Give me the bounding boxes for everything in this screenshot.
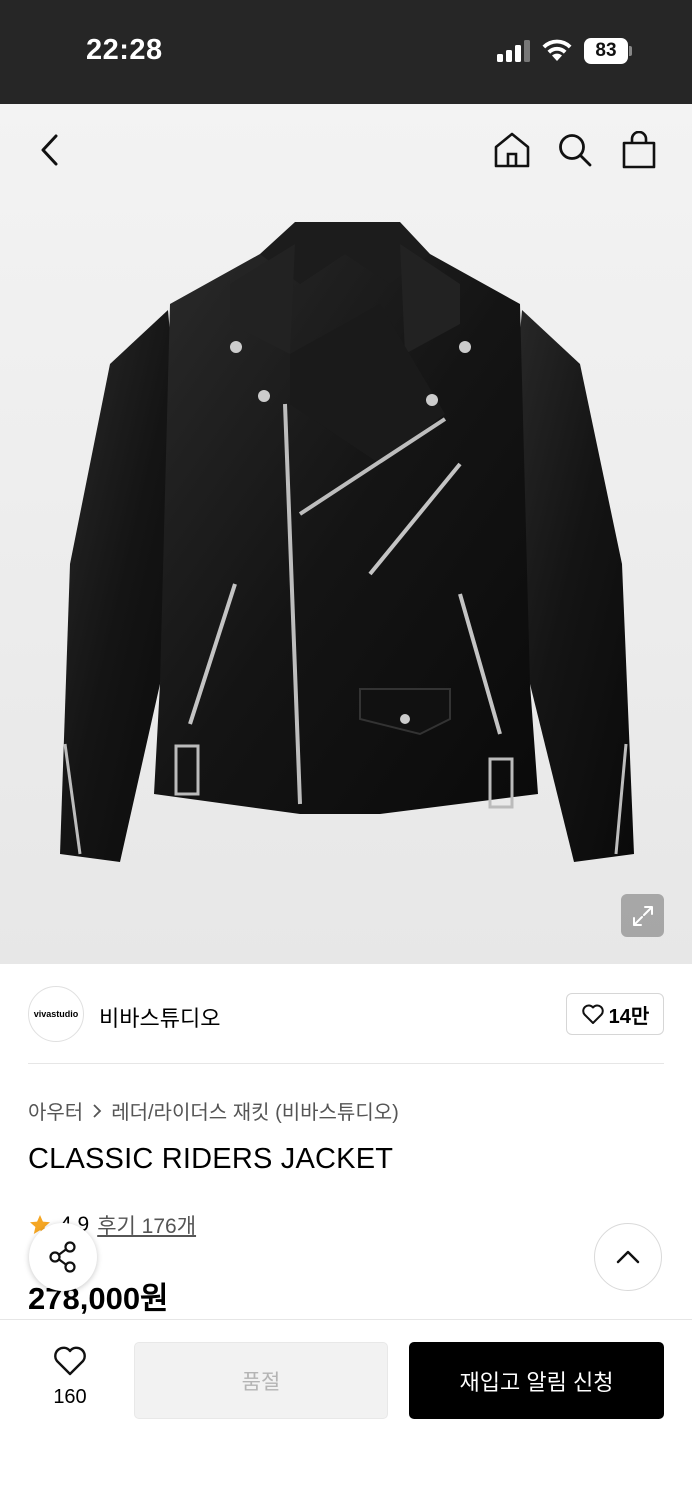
- share-button[interactable]: [29, 1223, 97, 1291]
- scroll-top-button[interactable]: [594, 1223, 662, 1291]
- expand-icon[interactable]: [621, 894, 664, 937]
- brand-logo-text: vivastudio: [33, 1009, 79, 1019]
- breadcrumb: 아우터 레더/라이더스 재킷 (비바스튜디오): [28, 1096, 399, 1125]
- brand-like-count: 14만: [608, 1005, 650, 1028]
- battery-indicator: 83: [584, 38, 632, 64]
- wishlist-button[interactable]: 160: [40, 1345, 100, 1409]
- cellular-signal-icon: [497, 40, 531, 62]
- chevron-right-icon: [93, 1103, 102, 1118]
- product-image: [50, 214, 642, 874]
- soldout-button[interactable]: 품절: [134, 1342, 388, 1419]
- brand-name[interactable]: 비바스튜디오: [99, 1001, 220, 1033]
- heart-icon: [54, 1346, 86, 1376]
- restock-alert-button[interactable]: 재입고 알림 신청: [409, 1342, 664, 1419]
- brand-logo[interactable]: vivastudio: [28, 986, 84, 1042]
- chevron-left-icon[interactable]: [26, 126, 74, 174]
- status-time: 22:28: [86, 34, 163, 66]
- battery-level: 83: [584, 38, 628, 64]
- search-icon[interactable]: [551, 126, 599, 174]
- bottom-action-bar: 160 품절 재입고 알림 신청: [0, 1319, 692, 1500]
- divider: [28, 1063, 664, 1064]
- status-bar: 22:28 83: [0, 0, 692, 104]
- home-icon[interactable]: [488, 126, 536, 174]
- breadcrumb-subcategory[interactable]: 레더/라이더스 재킷 (비바스튜디오): [111, 1096, 399, 1125]
- product-title: CLASSIC RIDERS JACKET: [28, 1143, 394, 1175]
- wifi-icon: [542, 39, 572, 61]
- chevron-up-icon: [616, 1250, 640, 1264]
- heart-icon: [581, 1004, 604, 1024]
- breadcrumb-category[interactable]: 아우터: [28, 1096, 83, 1125]
- shopping-bag-icon[interactable]: [615, 126, 663, 174]
- brand-like-button[interactable]: 14만: [566, 993, 664, 1035]
- reviews-link[interactable]: 후기 176개: [97, 1210, 196, 1240]
- share-icon: [49, 1241, 76, 1273]
- wishlist-count: 160: [53, 1386, 87, 1408]
- product-image-area[interactable]: [0, 104, 692, 964]
- brand-row[interactable]: vivastudio 비바스튜디오 14만: [28, 985, 664, 1043]
